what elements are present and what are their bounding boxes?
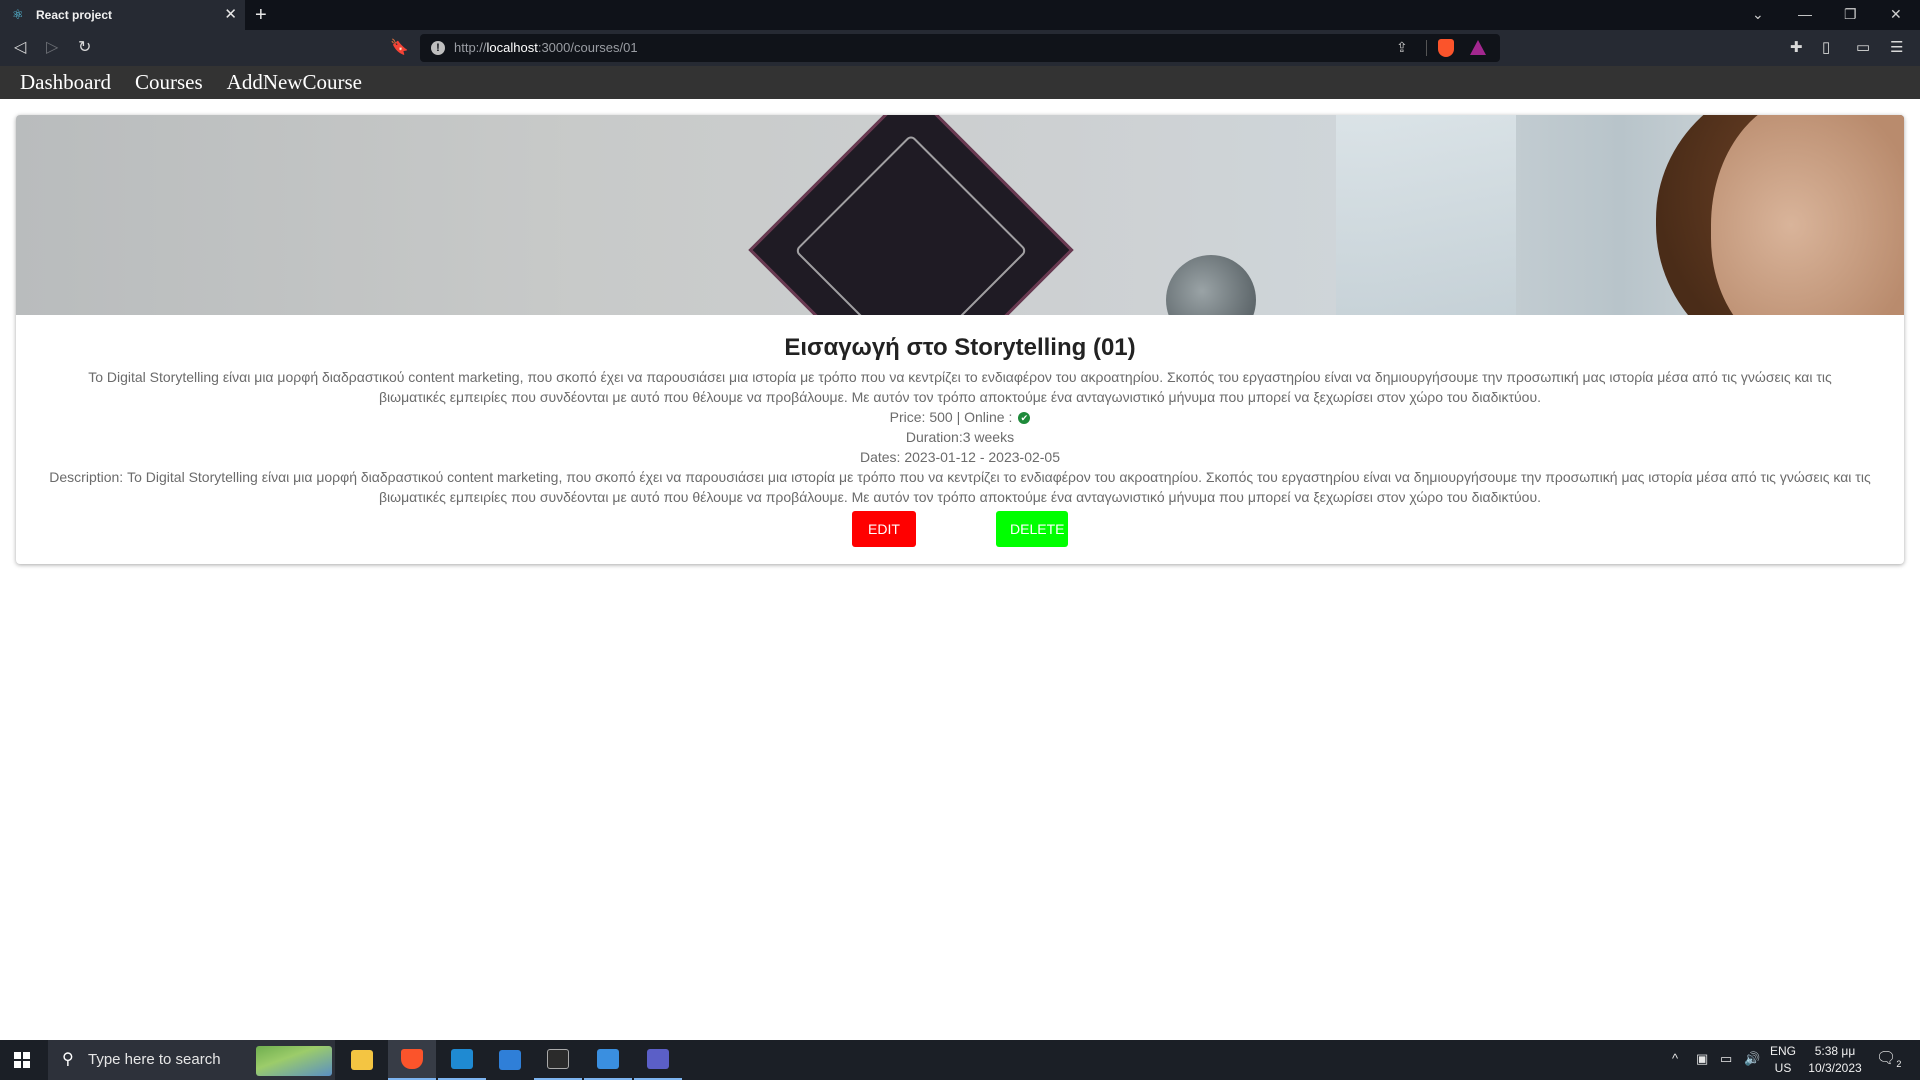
volume-icon[interactable]: 🔊 — [1744, 1050, 1760, 1068]
clock-date: 10/3/2023 — [1808, 1061, 1862, 1075]
network-icon[interactable]: ▭ — [1720, 1050, 1732, 1068]
search-icon: ⚲ — [62, 1051, 74, 1068]
vscode-icon[interactable] — [438, 1040, 486, 1080]
nav-link-courses[interactable]: Courses — [135, 70, 203, 95]
share-icon[interactable]: ⇪ — [1396, 39, 1408, 56]
course-hero-image — [16, 115, 1904, 315]
course-title: Εισαγωγή στο Storytelling (01) — [784, 334, 1136, 361]
course-actions: EDIT DELETE — [16, 511, 1904, 547]
search-highlight-image — [256, 1046, 332, 1076]
react-icon: ⚛ — [12, 7, 24, 22]
clock[interactable]: 5:38 μμ 10/3/2023 — [1800, 1043, 1870, 1077]
wallet-icon[interactable]: ▭ — [1856, 38, 1870, 58]
course-summary: Το Digital Storytelling είναι μια μορφή … — [88, 369, 1832, 405]
course-card: Εισαγωγή στο Storytelling (01) Το Digita… — [16, 115, 1904, 564]
app-navbar: Dashboard Courses AddNewCourse — [0, 66, 1920, 99]
language-indicator[interactable]: ENG US — [1768, 1043, 1798, 1077]
hero-card-deck — [748, 115, 1074, 315]
minimize-icon[interactable]: — — [1798, 4, 1812, 24]
course-duration: Duration:3 weeks — [905, 429, 1015, 445]
address-bar[interactable]: ! http://localhost:3000/courses/01 ⇪ — [420, 34, 1500, 62]
bookmark-icon[interactable]: 🔖 — [390, 38, 409, 58]
course-price: Price: 500 | Online : — [889, 409, 1013, 425]
reload-icon[interactable]: ↻ — [78, 38, 91, 58]
notifications-icon[interactable]: 🗨2 — [1876, 1049, 1901, 1074]
course-dates: Dates: 2023-01-12 - 2023-02-05 — [859, 449, 1061, 465]
url-divider — [1426, 40, 1427, 56]
course-details: Εισαγωγή στο Storytelling (01) Το Digita… — [16, 315, 1904, 547]
tab-title: React project — [36, 8, 113, 22]
hero-window — [1336, 115, 1516, 315]
brave-shields-icon[interactable] — [1438, 39, 1454, 57]
back-icon[interactable]: ◁ — [14, 38, 26, 58]
teams-icon[interactable] — [634, 1040, 682, 1080]
terminal-icon[interactable] — [534, 1040, 582, 1080]
tray-chevron-icon[interactable]: ^ — [1672, 1050, 1678, 1068]
browser-tab[interactable]: ⚛ React project ✕ — [0, 0, 245, 30]
browser-tab-strip: ⚛ React project ✕ + ⌄ — ❐ ✕ — [0, 0, 1920, 30]
tab-search-icon[interactable]: ⌄ — [1752, 4, 1764, 24]
brave-rewards-icon[interactable] — [1470, 40, 1486, 55]
tab-close-icon[interactable]: ✕ — [224, 6, 237, 24]
windows-taskbar: ⚲ Type here to search ^ ▣ ▭ 🔊 ENG US 5:3… — [0, 1040, 1920, 1080]
brave-browser-icon[interactable] — [388, 1040, 436, 1080]
hero-lamp — [1166, 255, 1256, 315]
file-explorer-icon[interactable] — [338, 1040, 386, 1080]
edit-button[interactable]: EDIT — [852, 511, 916, 547]
clock-time: 5:38 μμ — [1814, 1044, 1856, 1058]
close-window-icon[interactable]: ✕ — [1890, 4, 1902, 24]
delete-button[interactable]: DELETE — [996, 511, 1068, 547]
course-price-line: Price: 500 | Online : ✔ — [16, 407, 1904, 427]
new-tab-icon[interactable]: + — [255, 3, 267, 27]
restore-icon[interactable]: ❐ — [1844, 4, 1857, 24]
extensions-icon[interactable]: ✚ — [1790, 38, 1803, 58]
photos-icon[interactable] — [584, 1040, 632, 1080]
sidebar-icon[interactable]: ▯ — [1822, 38, 1830, 58]
nav-link-dashboard[interactable]: Dashboard — [20, 70, 111, 95]
online-check-icon: ✔ — [1018, 412, 1031, 424]
url-text[interactable]: http://localhost:3000/courses/01 — [454, 40, 638, 55]
windows-start-icon[interactable] — [14, 1052, 30, 1068]
tray-app-icon[interactable]: ▣ — [1696, 1050, 1708, 1068]
site-info-icon[interactable]: ! — [431, 41, 445, 55]
menu-icon[interactable]: ☰ — [1890, 38, 1903, 58]
search-placeholder[interactable]: Type here to search — [88, 1051, 221, 1068]
course-description: Description: Το Digital Storytelling είν… — [49, 469, 1871, 505]
forward-icon[interactable]: ▷ — [46, 38, 58, 58]
hero-face — [1711, 115, 1904, 315]
nav-link-add-new-course[interactable]: AddNewCourse — [227, 70, 362, 95]
taskbar-search[interactable]: ⚲ Type here to search — [48, 1040, 335, 1080]
mail-icon[interactable] — [486, 1040, 534, 1080]
browser-toolbar: ◁ ▷ ↻ 🔖 ! http://localhost:3000/courses/… — [0, 30, 1920, 66]
